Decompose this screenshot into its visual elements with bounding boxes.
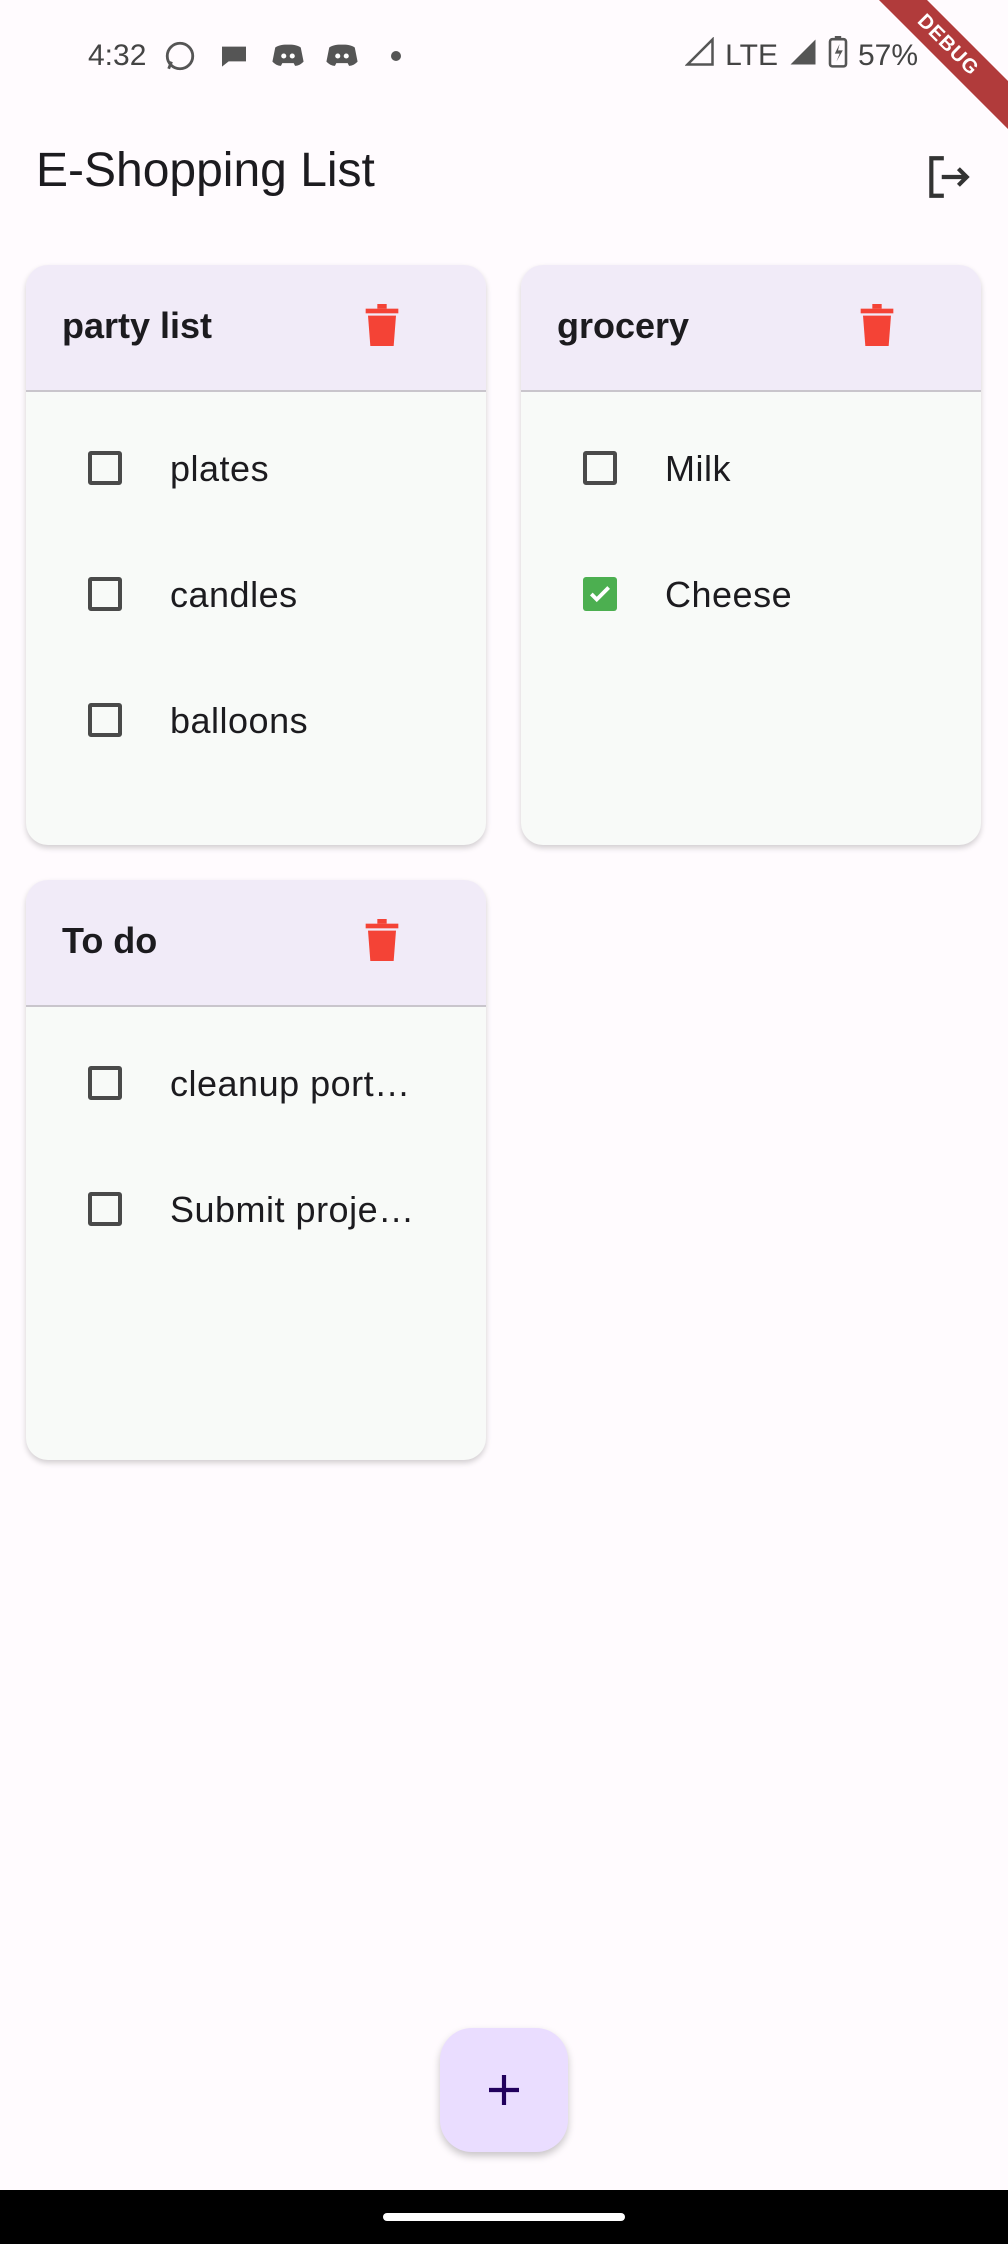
list-item[interactable]: Submit proje…: [26, 1149, 486, 1275]
logout-button[interactable]: [916, 145, 980, 209]
item-label: plates: [170, 448, 270, 489]
item-label: Milk: [665, 448, 731, 489]
status-bar: 4:32 LTE 57% DEBUG: [0, 0, 1008, 149]
trash-icon: [365, 304, 399, 346]
checkbox[interactable]: [88, 577, 122, 611]
trash-icon: [860, 304, 894, 346]
list-card-grocery[interactable]: grocery Milk Cheese: [521, 265, 981, 845]
list-item[interactable]: candles: [26, 534, 486, 660]
list-item[interactable]: cleanup port…: [26, 1023, 486, 1149]
discord-icon: [322, 36, 362, 76]
discord-icon: [268, 36, 308, 76]
item-label: Submit proje…: [170, 1189, 415, 1230]
item-list: cleanup port… Submit proje…: [26, 1007, 486, 1275]
check-icon: [589, 586, 611, 603]
checkbox[interactable]: [583, 451, 617, 485]
network-type: LTE: [725, 39, 778, 72]
logout-icon: [929, 156, 970, 198]
checkbox[interactable]: [88, 1192, 122, 1226]
card-header: party list: [26, 265, 486, 392]
delete-button[interactable]: [358, 301, 406, 349]
list-item[interactable]: balloons: [26, 660, 486, 786]
signal-icon: [788, 37, 818, 75]
page-title: E-Shopping List: [36, 144, 375, 197]
checkbox[interactable]: [88, 451, 122, 485]
chat-icon: [214, 36, 254, 76]
list-item[interactable]: plates: [26, 408, 486, 534]
card-title: To do: [62, 920, 158, 961]
home-indicator[interactable]: [383, 2213, 625, 2221]
item-list: plates candles balloons: [26, 392, 486, 786]
card-header: To do: [26, 880, 486, 1007]
plus-icon: [489, 2075, 519, 2105]
app-bar: E-Shopping List: [0, 115, 1008, 235]
checkbox[interactable]: [88, 703, 122, 737]
status-time: 4:32: [88, 39, 147, 72]
list-item[interactable]: Milk: [521, 408, 981, 534]
checkbox[interactable]: [88, 1066, 122, 1100]
notification-dot-icon: [376, 36, 416, 76]
signal-icon: [684, 36, 715, 75]
add-list-button[interactable]: [440, 2028, 568, 2152]
item-label: candles: [170, 574, 298, 615]
list-card-party-list[interactable]: party list plates candles balloons: [26, 265, 486, 845]
item-list: Milk Cheese: [521, 392, 981, 660]
card-title: party list: [62, 305, 213, 346]
list-item[interactable]: Cheese: [521, 534, 981, 660]
list-card-to-do[interactable]: To do cleanup port… Submit proje…: [26, 880, 486, 1460]
whatsapp-icon: [160, 36, 200, 76]
checkbox-checked[interactable]: [583, 577, 617, 611]
item-label: cleanup port…: [170, 1063, 411, 1104]
battery-icon: [828, 36, 848, 76]
delete-button[interactable]: [358, 916, 406, 964]
item-label: balloons: [170, 700, 309, 741]
delete-button[interactable]: [853, 301, 901, 349]
battery-level: 57%: [857, 39, 918, 72]
trash-icon: [365, 919, 399, 961]
card-header: grocery: [521, 265, 981, 392]
card-title: grocery: [557, 305, 690, 346]
item-label: Cheese: [665, 574, 793, 615]
